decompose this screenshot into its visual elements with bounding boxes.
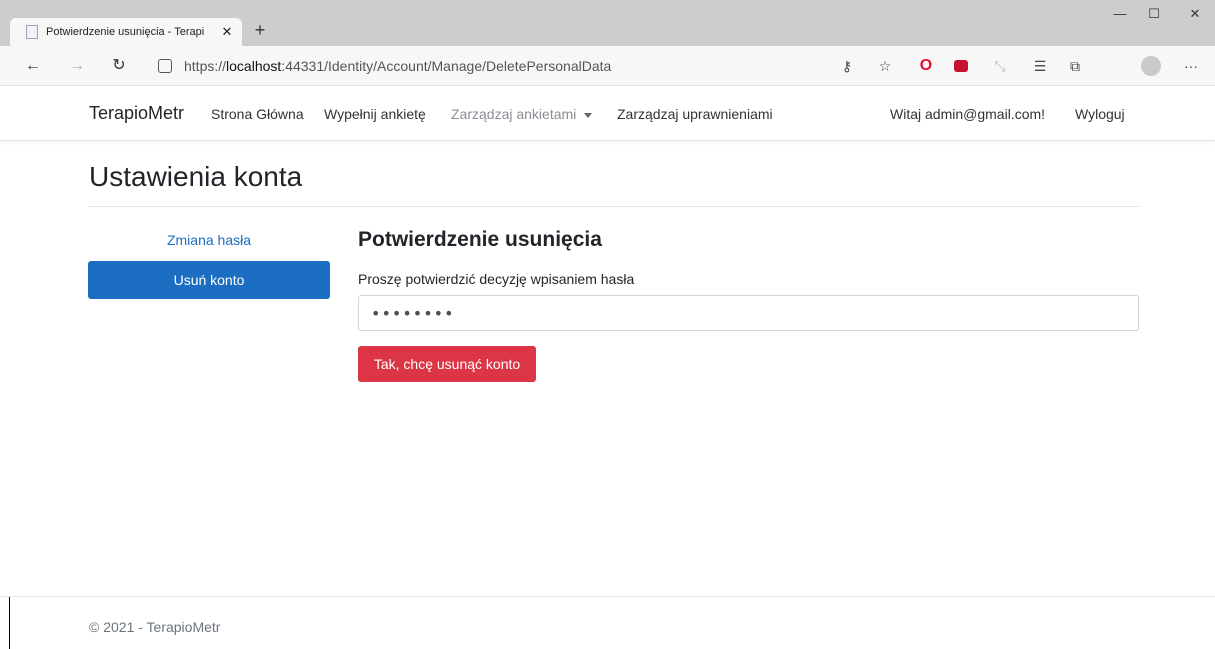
- favorites-icon[interactable]: ☰: [1031, 57, 1049, 75]
- opera-extension-icon[interactable]: O: [917, 57, 935, 75]
- back-button[interactable]: ←: [22, 55, 44, 77]
- nav-link-fill-survey[interactable]: Wypełnij ankietę: [324, 106, 426, 122]
- nav-dropdown-manage-surveys[interactable]: Zarządzaj ankietami: [451, 106, 593, 122]
- nav-greeting[interactable]: Witaj admin@gmail.com!: [890, 106, 1045, 122]
- site-navbar: TerapioMetr Strona Główna Wypełnij ankie…: [0, 86, 1215, 141]
- lock-icon[interactable]: [158, 59, 172, 73]
- red-extension-icon[interactable]: [954, 57, 972, 75]
- disabled-extension-icon[interactable]: ⤡: [991, 57, 1009, 75]
- section-title: Potwierdzenie usunięcia: [358, 228, 602, 251]
- tab-title: Potwierdzenie usunięcia - Terapi: [46, 26, 205, 38]
- refresh-button[interactable]: ↻: [108, 55, 130, 77]
- web-page: TerapioMetr Strona Główna Wypełnij ankie…: [0, 86, 1215, 649]
- password-input[interactable]: [358, 295, 1139, 331]
- confirm-delete-button[interactable]: Tak, chcę usunąć konto: [358, 346, 536, 382]
- profile-avatar-icon[interactable]: [1141, 56, 1161, 76]
- forward-button[interactable]: →: [66, 55, 88, 77]
- close-window-button[interactable]: ✕: [1180, 6, 1210, 22]
- minimize-button[interactable]: —: [1105, 6, 1135, 21]
- sidebar-item-delete-account[interactable]: Usuń konto: [88, 261, 330, 299]
- nav-link-manage-permissions[interactable]: Zarządzaj uprawnieniami: [617, 106, 773, 122]
- browser-tab[interactable]: Potwierdzenie usunięcia - Terapi ✕: [10, 18, 242, 46]
- maximize-button[interactable]: ☐: [1139, 6, 1169, 22]
- favorites-add-icon[interactable]: ☆: [876, 57, 894, 75]
- site-footer: © 2021 - TerapioMetr: [0, 596, 1215, 649]
- collections-icon[interactable]: ⧉: [1066, 57, 1084, 75]
- address-bar[interactable]: https://localhost:44331/Identity/Account…: [146, 53, 906, 79]
- footer-copyright: © 2021 - TerapioMetr: [89, 619, 221, 635]
- title-divider: [89, 206, 1139, 207]
- page-favicon-icon: [26, 25, 38, 39]
- sidebar-item-change-password[interactable]: Zmiana hasła: [89, 232, 329, 248]
- url-text[interactable]: https://localhost:44331/Identity/Account…: [184, 58, 611, 74]
- password-label: Proszę potwierdzić decyzję wpisaniem has…: [358, 271, 635, 287]
- nav-link-home[interactable]: Strona Główna: [211, 106, 304, 122]
- more-menu-icon[interactable]: ···: [1182, 57, 1200, 75]
- browser-tabstrip: Potwierdzenie usunięcia - Terapi ✕ + — ☐…: [0, 0, 1215, 46]
- caret-down-icon: [584, 112, 593, 118]
- browser-toolbar: ← → ↻ https://localhost:44331/Identity/A…: [0, 46, 1215, 86]
- new-tab-button[interactable]: +: [250, 20, 270, 41]
- site-brand[interactable]: TerapioMetr: [89, 103, 184, 124]
- key-icon[interactable]: ⚷: [838, 57, 856, 75]
- tab-close-icon[interactable]: ✕: [220, 24, 234, 40]
- nav-logout[interactable]: Wyloguj: [1075, 106, 1125, 122]
- page-title: Ustawienia konta: [89, 161, 303, 192]
